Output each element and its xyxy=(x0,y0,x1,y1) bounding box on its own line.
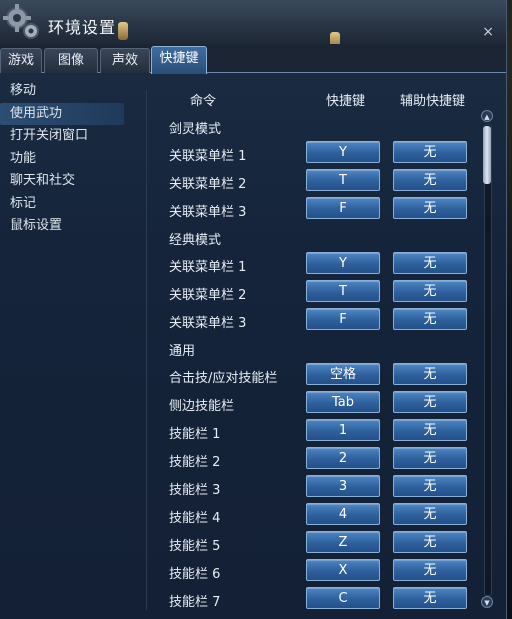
table-row: 关联菜单栏 2 T 无 xyxy=(150,278,480,306)
aux-key-button[interactable]: 无 xyxy=(393,363,467,385)
sidebar-item-use-skills[interactable]: 使用武功 xyxy=(0,102,124,125)
shortcut-key-button[interactable]: 1 xyxy=(306,419,380,441)
table-row: 技能栏 7 C 无 xyxy=(150,585,480,613)
table-row: 技能栏 4 4 无 xyxy=(150,501,480,529)
row-label: 技能栏 6 xyxy=(169,567,221,582)
section-header: 经典模式 xyxy=(150,223,480,251)
column-header-command: 命令 xyxy=(190,94,217,109)
table-row: 合击技/应对技能栏 空格 无 xyxy=(150,361,480,389)
table-row: 技能栏 6 X 无 xyxy=(150,557,480,585)
aux-key-button[interactable]: 无 xyxy=(393,252,467,274)
aux-key-button[interactable]: 无 xyxy=(393,391,467,413)
table-row: 关联菜单栏 1 Y 无 xyxy=(150,139,480,167)
shortcut-key-button[interactable]: 空格 xyxy=(306,363,380,385)
table-row: 关联菜单栏 3 F 无 xyxy=(150,195,480,223)
table-row: 技能栏 1 1 无 xyxy=(150,417,480,445)
aux-key-button[interactable]: 无 xyxy=(393,475,467,497)
table-row: 技能栏 2 2 无 xyxy=(150,445,480,473)
section-title: 剑灵模式 xyxy=(169,122,222,137)
row-label: 关联菜单栏 2 xyxy=(169,288,247,303)
shortcut-table: 命令 快捷键 辅助快捷键 剑灵模式 关联菜单栏 1 Y 无 关联菜单栏 2 T … xyxy=(150,86,480,616)
tab-bar: 游戏 图像 声效 快捷键 xyxy=(0,44,506,74)
shortcut-key-button[interactable]: T xyxy=(306,169,380,191)
shortcut-key-button[interactable]: Y xyxy=(306,252,380,274)
close-button[interactable]: × xyxy=(482,24,494,40)
shortcut-key-button[interactable]: T xyxy=(306,280,380,302)
aux-key-button[interactable]: 无 xyxy=(393,447,467,469)
scroll-down-button[interactable]: ▼ xyxy=(481,596,493,608)
row-label: 关联菜单栏 1 xyxy=(169,260,247,275)
tab-sound[interactable]: 声效 xyxy=(100,48,150,73)
section-title: 经典模式 xyxy=(169,233,222,248)
shortcut-key-button[interactable]: 4 xyxy=(306,503,380,525)
aux-key-button[interactable]: 无 xyxy=(393,141,467,163)
sidebar-item-chat-social[interactable]: 聊天和社交 xyxy=(0,170,140,193)
vertical-scrollbar[interactable]: ▲ ▼ xyxy=(480,110,494,608)
aux-key-button[interactable]: 无 xyxy=(393,419,467,441)
row-label: 技能栏 3 xyxy=(169,483,221,498)
aux-key-button[interactable]: 无 xyxy=(393,197,467,219)
section-title: 通用 xyxy=(169,344,196,359)
table-row: 关联菜单栏 1 Y 无 xyxy=(150,250,480,278)
column-header-aux-shortcut: 辅助快捷键 xyxy=(400,94,466,109)
aux-key-button[interactable]: 无 xyxy=(393,308,467,330)
tab-graphics[interactable]: 图像 xyxy=(44,48,98,73)
divider xyxy=(146,90,147,610)
tab-shortcuts[interactable]: 快捷键 xyxy=(151,46,207,74)
gear-icon xyxy=(3,4,39,39)
tab-game[interactable]: 游戏 xyxy=(0,48,42,73)
shortcut-key-button[interactable]: C xyxy=(306,587,380,609)
sidebar-item-functions[interactable]: 功能 xyxy=(0,148,140,171)
shortcut-key-button[interactable]: F xyxy=(306,197,380,219)
table-row: 关联菜单栏 3 F 无 xyxy=(150,306,480,334)
row-label: 技能栏 2 xyxy=(169,455,221,470)
column-header-shortcut: 快捷键 xyxy=(326,94,366,109)
row-label: 合击技/应对技能栏 xyxy=(169,371,278,386)
window-title: 环境设置 xyxy=(48,18,117,37)
settings-window: 环境设置 × 游戏 图像 声效 快捷键 移动 使用武功 打开关闭窗口 功能 聊天… xyxy=(0,0,507,619)
sidebar-item-markers[interactable]: 标记 xyxy=(0,193,140,216)
shortcut-key-button[interactable]: 3 xyxy=(306,475,380,497)
table-row: 侧边技能栏 Tab 无 xyxy=(150,389,480,417)
row-label: 侧边技能栏 xyxy=(169,399,235,414)
shortcut-key-button[interactable]: X xyxy=(306,559,380,581)
sidebar-item-windows[interactable]: 打开关闭窗口 xyxy=(0,125,140,148)
table-row: 关联菜单栏 2 T 无 xyxy=(150,167,480,195)
row-label: 技能栏 5 xyxy=(169,539,221,554)
shortcut-key-button[interactable]: 2 xyxy=(306,447,380,469)
row-label: 关联菜单栏 2 xyxy=(169,177,247,192)
section-header: 通用 xyxy=(150,334,480,362)
shortcut-key-button[interactable]: Tab xyxy=(306,391,380,413)
row-label: 技能栏 4 xyxy=(169,511,221,526)
sidebar-item-mouse[interactable]: 鼠标设置 xyxy=(0,215,140,238)
aux-key-button[interactable]: 无 xyxy=(393,559,467,581)
aux-key-button[interactable]: 无 xyxy=(393,169,467,191)
row-label: 技能栏 7 xyxy=(169,595,221,610)
title-bar[interactable]: 环境设置 × xyxy=(0,0,506,50)
scroll-up-button[interactable]: ▲ xyxy=(481,110,493,122)
shortcut-key-button[interactable]: Z xyxy=(306,531,380,553)
row-label: 关联菜单栏 3 xyxy=(169,205,247,220)
table-row: 技能栏 5 Z 无 xyxy=(150,529,480,557)
sidebar: 移动 使用武功 打开关闭窗口 功能 聊天和社交 标记 鼠标设置 xyxy=(0,80,140,238)
shortcut-key-button[interactable]: Y xyxy=(306,141,380,163)
aux-key-button[interactable]: 无 xyxy=(393,587,467,609)
row-label: 关联菜单栏 3 xyxy=(169,316,247,331)
shortcut-key-button[interactable]: F xyxy=(306,308,380,330)
table-row: 技能栏 3 3 无 xyxy=(150,473,480,501)
lantern-ornament xyxy=(118,22,128,40)
aux-key-button[interactable]: 无 xyxy=(393,280,467,302)
row-label: 关联菜单栏 1 xyxy=(169,149,247,164)
section-header: 剑灵模式 xyxy=(150,112,480,140)
aux-key-button[interactable]: 无 xyxy=(393,503,467,525)
scroll-track[interactable] xyxy=(484,124,492,596)
aux-key-button[interactable]: 无 xyxy=(393,531,467,553)
sidebar-item-movement[interactable]: 移动 xyxy=(0,80,140,103)
scroll-thumb[interactable] xyxy=(483,126,491,184)
row-label: 技能栏 1 xyxy=(169,427,221,442)
